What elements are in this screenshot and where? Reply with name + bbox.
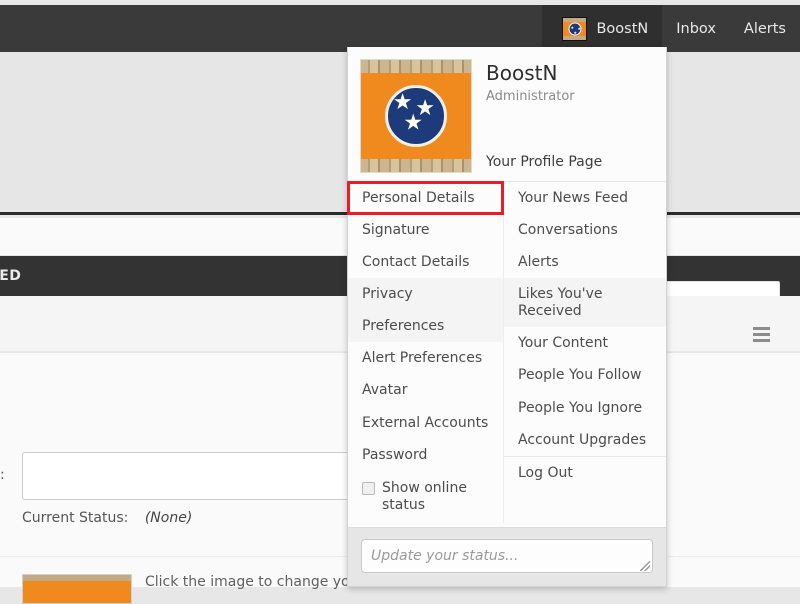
nav-item-alerts[interactable]: Alerts [730,5,800,52]
panel-menu-grid: Personal Details Signature Contact Detai… [348,181,666,523]
current-status-label: Current Status: [22,510,128,526]
resize-grip-icon[interactable] [640,561,650,571]
menu-item-label: Password [362,447,427,463]
hamburger-icon[interactable] [753,327,770,342]
menu-item-label: Preferences [362,318,444,334]
panel-menu-right-column: Your News Feed Conversations Alerts Like… [504,182,666,523]
menu-item-label: Account Upgrades [518,432,646,448]
panel-user-role: Administrator [486,85,652,104]
menu-item-label: Alerts [518,254,559,270]
menu-item-label: Signature [362,222,430,238]
account-dropdown-panel: ★ ★ ★ BoostN Administrator Your Profile … [347,47,667,587]
current-status-row: Current Status: (None) [22,510,192,526]
menu-item-label: Avatar [362,382,407,398]
status-text-field[interactable] [22,452,352,500]
menu-item-label: Your News Feed [518,190,628,206]
panel-header-text: BoostN Administrator Your Profile Page [472,59,652,173]
menu-item-avatar[interactable]: Avatar [348,374,503,406]
show-online-status-row[interactable]: Show online status [348,471,503,523]
menu-item-signature[interactable]: Signature [348,214,503,246]
menu-item-personal-details[interactable]: Personal Details [348,182,503,214]
menu-item-external-accounts[interactable]: External Accounts [348,407,503,439]
show-online-status-label: Show online status [382,480,491,514]
menu-item-label: People You Follow [518,367,641,383]
menu-item-likes-received[interactable]: Likes You've Received [504,278,666,327]
top-nav-right-group: ★ ★ ★ BoostN Inbox Alerts [542,5,800,52]
panel-header: ★ ★ ★ BoostN Administrator Your Profile … [348,47,666,181]
your-profile-page-link[interactable]: Your Profile Page [486,154,652,173]
menu-item-alerts[interactable]: Alerts [504,246,666,278]
menu-item-alert-preferences[interactable]: Alert Preferences [348,342,503,374]
nav-item-inbox[interactable]: Inbox [662,5,730,52]
panel-username: BoostN [486,59,652,85]
menu-item-label: Log Out [518,465,573,481]
section-header-text: VED [0,268,21,284]
tennessee-flag-avatar-icon: ★ ★ ★ [562,17,587,41]
menu-item-your-news-feed[interactable]: Your News Feed [504,182,666,214]
menu-item-people-you-follow[interactable]: People You Follow [504,359,666,391]
panel-menu-left-column: Personal Details Signature Contact Detai… [348,182,504,523]
status-update-placeholder: Update your status... [371,548,518,564]
account-menu-trigger[interactable]: ★ ★ ★ BoostN [542,5,662,52]
nav-item-inbox-label: Inbox [676,21,716,37]
menu-item-log-out[interactable]: Log Out [504,456,666,489]
menu-item-label: Likes You've Received [518,286,603,319]
menu-item-label: Personal Details [362,190,475,206]
menu-item-people-you-ignore[interactable]: People You Ignore [504,392,666,424]
menu-item-your-content[interactable]: Your Content [504,327,666,359]
menu-item-contact-details[interactable]: Contact Details [348,246,503,278]
menu-item-label: Conversations [518,222,618,238]
menu-item-preferences[interactable]: Preferences [348,310,503,342]
menu-item-label: Privacy [362,286,413,302]
tennessee-flag-avatar-icon[interactable]: ★ ★ ★ [360,59,472,173]
menu-item-label: Alert Preferences [362,350,482,366]
avatar-thumbnail[interactable] [22,574,132,604]
menu-item-password[interactable]: Password [348,439,503,471]
menu-item-label: People You Ignore [518,400,642,416]
menu-item-label: Contact Details [362,254,469,270]
menu-item-label: Your Content [518,335,608,351]
nav-item-alerts-label: Alerts [744,21,786,37]
menu-item-account-upgrades[interactable]: Account Upgrades [504,424,666,456]
checkbox-icon[interactable] [362,482,375,495]
form-field-label: : [0,467,5,483]
top-navigation-bar: ★ ★ ★ BoostN Inbox Alerts [0,5,800,52]
menu-item-conversations[interactable]: Conversations [504,214,666,246]
current-status-value: (None) [145,510,192,526]
status-update-input[interactable]: Update your status... [361,539,653,573]
account-name-label: BoostN [596,21,648,37]
menu-item-label: External Accounts [362,415,488,431]
panel-footer: Update your status... [348,527,666,586]
menu-item-privacy[interactable]: Privacy [348,278,503,310]
